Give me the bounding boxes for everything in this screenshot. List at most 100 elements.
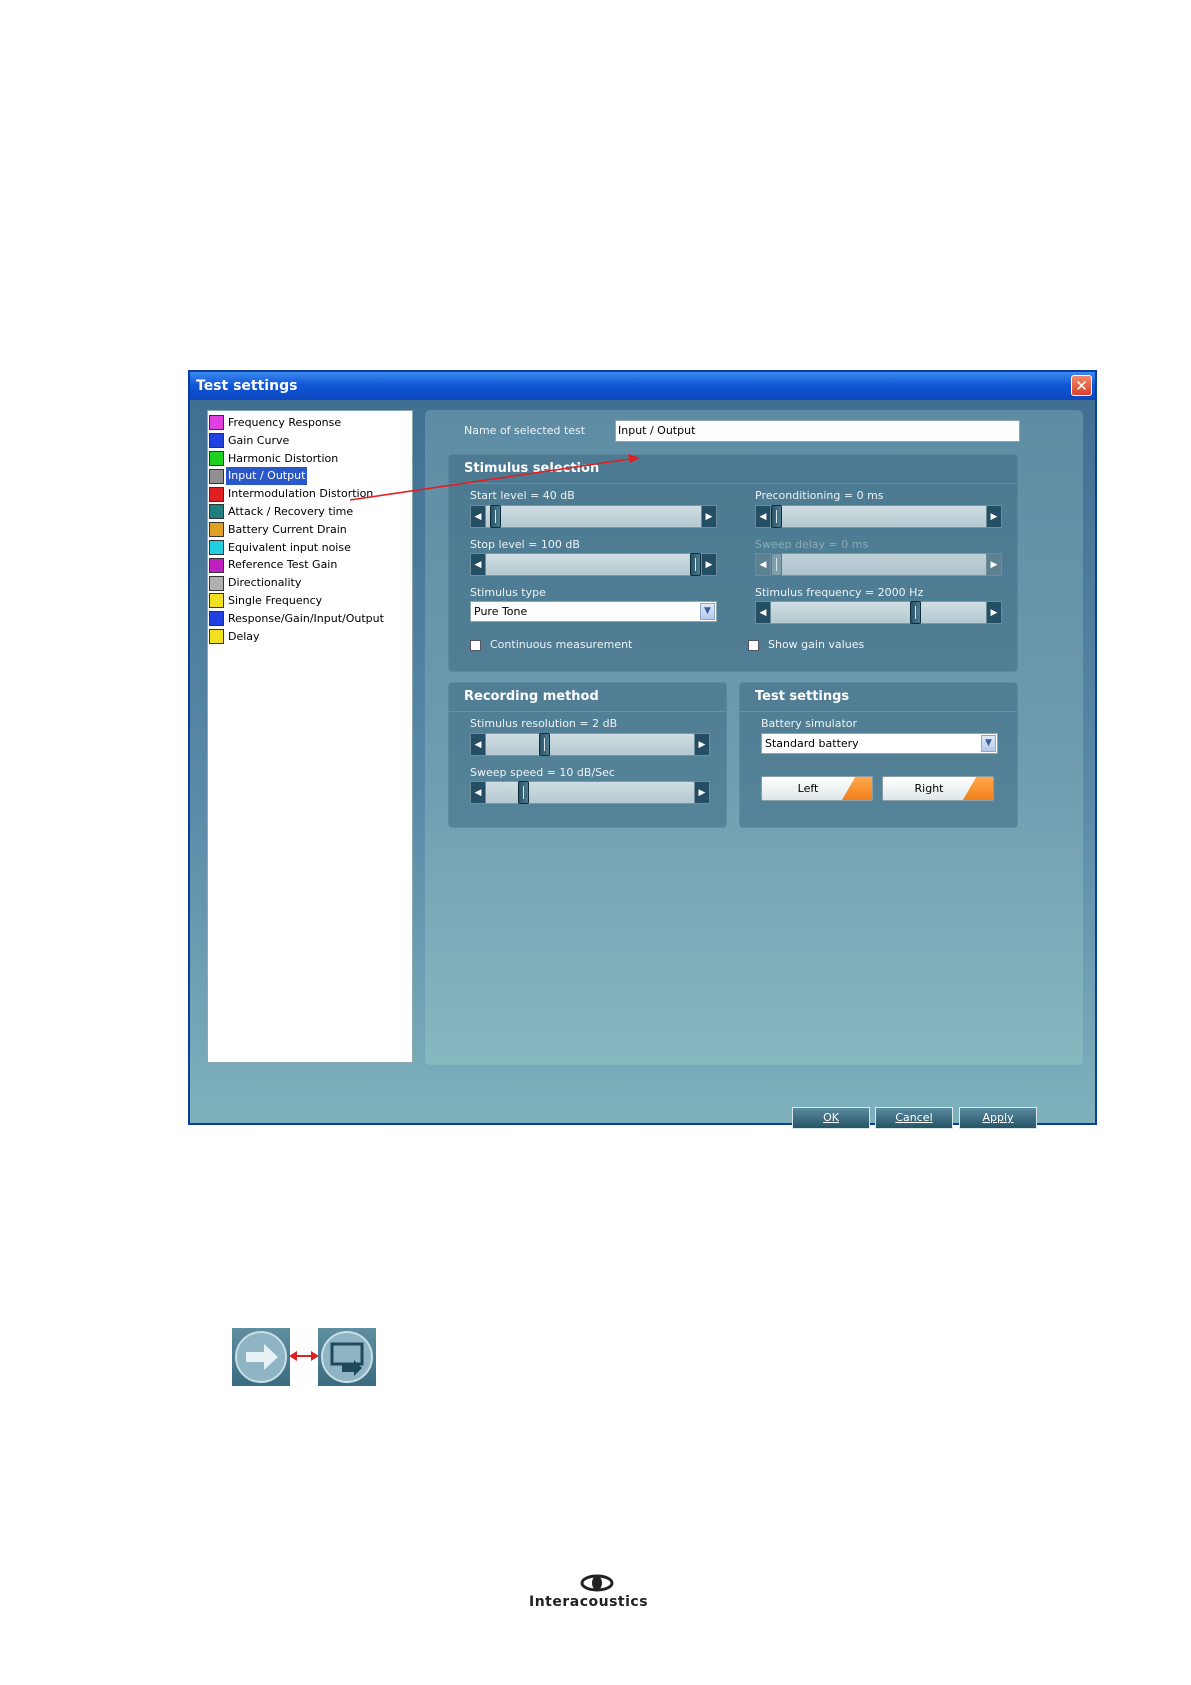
test-list-item[interactable]: Intermodulation Distortion [208, 485, 412, 503]
arrow-left-icon[interactable]: ◀ [470, 733, 486, 756]
chevron-down-icon[interactable]: ▼ [700, 603, 715, 620]
directionality-icon [209, 575, 224, 591]
right-ear-button[interactable]: Right [882, 776, 994, 801]
test-settings-dialog: Test settings ✕ Frequency Response Gain C… [188, 370, 1097, 1129]
test-list-item-label: Input / Output [226, 467, 308, 486]
left-ear-button[interactable]: Left [761, 776, 873, 801]
preconditioning-slider[interactable]: ◀ ▶ [755, 505, 1002, 528]
equivalent-input-noise-icon [209, 539, 224, 555]
chevron-down-icon[interactable]: ▼ [981, 735, 996, 752]
close-icon: ✕ [1075, 377, 1088, 395]
arrow-left-icon[interactable]: ◀ [755, 505, 771, 528]
test-list-item[interactable]: Frequency Response [208, 414, 412, 432]
test-list-item[interactable]: Response/Gain/Input/Output [208, 610, 412, 628]
start-level-slider[interactable]: ◀ ▶ [470, 505, 717, 528]
start-level-label: Start level = 40 dB [470, 489, 575, 502]
reference-test-gain-icon [209, 557, 224, 573]
test-settings-group: Test settings Battery simulator Standard… [739, 682, 1018, 828]
slider-thumb[interactable] [909, 601, 921, 624]
cancel-button[interactable]: Cancel [875, 1107, 953, 1129]
test-list-item-label: Attack / Recovery time [228, 504, 354, 518]
stop-level-label: Stop level = 100 dB [470, 538, 580, 551]
divider [740, 711, 1017, 712]
arrow-left-icon[interactable]: ◀ [470, 553, 486, 576]
test-list-item[interactable]: Directionality [208, 574, 412, 592]
close-button[interactable]: ✕ [1071, 375, 1092, 396]
stimulus-type-label: Stimulus type [470, 586, 546, 599]
orange-corner-icon [840, 777, 872, 800]
arrow-left-icon[interactable]: ◀ [755, 601, 771, 624]
name-of-test-label: Name of selected test [464, 424, 586, 437]
attack-recovery-icon [209, 504, 224, 520]
screen-transfer-icon [318, 1328, 376, 1386]
recording-method-group: Recording method Stimulus resolution = 2… [448, 682, 727, 828]
test-settings-title: Test settings [755, 689, 850, 704]
stimulus-type-select[interactable]: Pure Tone ▼ [470, 601, 717, 622]
test-list-item-label: Harmonic Distortion [228, 451, 339, 465]
cancel-button-label: Cancel [895, 1111, 933, 1124]
right-button-label: Right [914, 782, 944, 795]
test-list-item-label: Directionality [228, 576, 302, 590]
test-list-item[interactable]: Attack / Recovery time [208, 503, 412, 521]
test-list-item[interactable]: Battery Current Drain [208, 521, 412, 539]
stimulus-resolution-label: Stimulus resolution = 2 dB [470, 717, 618, 730]
apply-button[interactable]: Apply [959, 1107, 1037, 1129]
arrow-right-icon[interactable]: ▶ [701, 553, 717, 576]
input-output-icon [209, 468, 224, 484]
arrow-right-icon[interactable]: ▶ [986, 505, 1002, 528]
slider-thumb [771, 553, 782, 576]
orange-corner-icon [961, 777, 993, 800]
battery-current-drain-icon [209, 522, 224, 538]
ok-button-label: OK [823, 1111, 839, 1124]
response-gain-input-output-icon [209, 611, 224, 627]
test-name-input[interactable]: Input / Output [615, 420, 1020, 442]
arrow-left-icon[interactable]: ◀ [470, 781, 486, 804]
ok-button[interactable]: OK [792, 1107, 870, 1129]
stimulus-selection-group: Stimulus selection Start level = 40 dB ◀… [448, 454, 1018, 672]
battery-simulator-select[interactable]: Standard battery ▼ [761, 733, 998, 754]
test-list-item[interactable]: Equivalent input noise [208, 539, 412, 557]
arrow-right-icon[interactable]: ▶ [694, 781, 710, 804]
stimulus-type-value: Pure Tone [474, 605, 528, 618]
screen-transfer-glyph [321, 1331, 373, 1383]
test-list-item-label: Equivalent input noise [228, 540, 351, 554]
dialog-title-bar: Test settings ✕ [190, 372, 1095, 400]
test-list-item[interactable]: Harmonic Distortion [208, 450, 412, 468]
test-list-item[interactable]: Delay [208, 628, 412, 646]
slider-thumb[interactable] [539, 733, 551, 756]
sweep-delay-label: Sweep delay = 0 ms [755, 538, 869, 551]
test-list-item-label: Frequency Response [228, 416, 342, 429]
arrow-right-icon[interactable]: ▶ [694, 733, 710, 756]
show-gain-values-checkbox[interactable] [748, 640, 759, 651]
test-list-item[interactable]: Input / Output [208, 467, 412, 486]
slider-thumb[interactable] [490, 505, 502, 528]
test-list-item-label: Response/Gain/Input/Output [228, 611, 384, 625]
intermodulation-distortion-icon [209, 486, 224, 502]
arrow-left-icon[interactable]: ◀ [470, 505, 486, 528]
arrow-right-circle-icon [232, 1328, 290, 1386]
stimulus-frequency-label: Stimulus frequency = 2000 Hz [755, 586, 924, 599]
test-list-item[interactable]: Reference Test Gain [208, 556, 412, 574]
test-list-item[interactable]: Single Frequency [208, 592, 412, 610]
stimulus-resolution-slider[interactable]: ◀ ▶ [470, 733, 710, 756]
stimulus-frequency-slider[interactable]: ◀ ▶ [755, 601, 1002, 624]
stop-level-slider[interactable]: ◀ ▶ [470, 553, 717, 576]
slider-thumb[interactable] [771, 505, 782, 528]
battery-simulator-label: Battery simulator [761, 717, 858, 730]
arrow-right-icon[interactable]: ▶ [701, 505, 717, 528]
slider-thumb[interactable] [690, 553, 701, 576]
dialog-title: Test settings [196, 378, 298, 394]
divider [449, 483, 1017, 484]
sweep-speed-slider[interactable]: ◀ ▶ [470, 781, 710, 804]
battery-simulator-value: Standard battery [765, 737, 859, 750]
test-list-item-label: Reference Test Gain [228, 558, 338, 572]
test-list-item[interactable]: Gain Curve [208, 432, 412, 450]
apply-button-label: Apply [982, 1111, 1014, 1124]
slider-thumb[interactable] [517, 781, 529, 804]
interacoustics-logo-icon [580, 1574, 614, 1592]
continuous-measurement-checkbox[interactable] [470, 640, 481, 651]
test-list-item-label: Gain Curve [228, 433, 290, 447]
test-list-item-label: Single Frequency [228, 593, 323, 607]
arrow-right-icon[interactable]: ▶ [986, 601, 1002, 624]
settings-panel: Name of selected test Input / Output Sti… [425, 410, 1083, 1065]
